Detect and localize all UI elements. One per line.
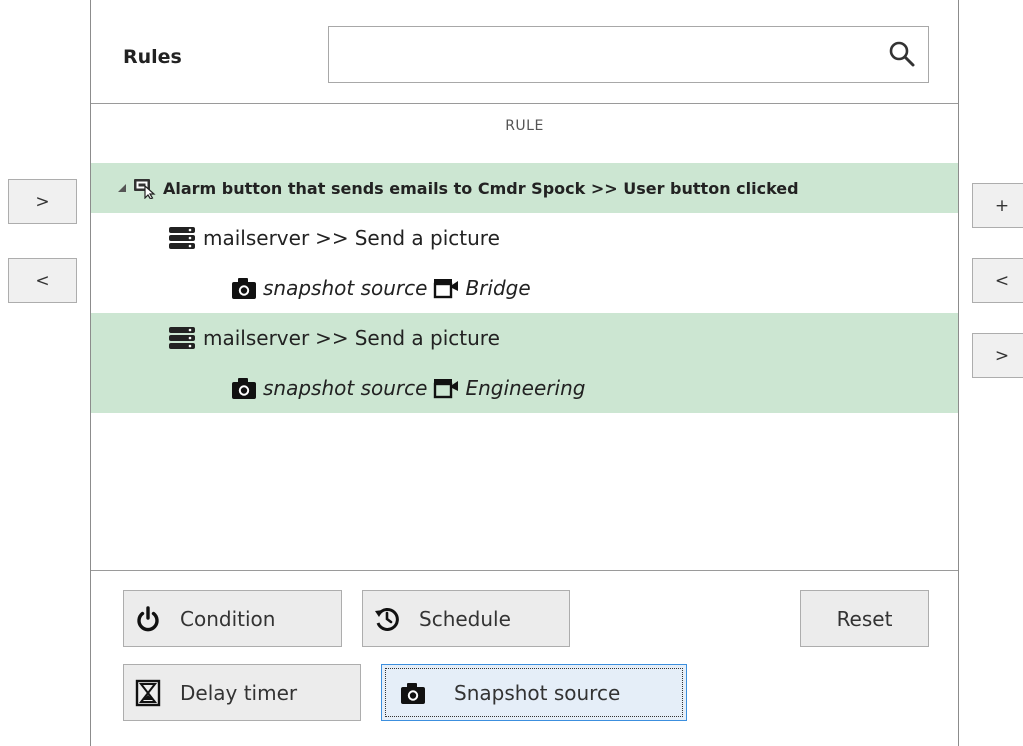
camera-name: Bridge <box>465 276 531 300</box>
action-separator: >> <box>315 226 349 250</box>
search-input[interactable] <box>328 26 929 83</box>
camera-icon <box>401 682 425 704</box>
reset-label: Reset <box>836 606 893 631</box>
camera-icon <box>232 378 256 399</box>
snapshot-row[interactable]: snapshot source Engineering <box>91 363 958 413</box>
snapshot-source-label: Snapshot source <box>454 680 621 705</box>
action-row[interactable]: mailserver >> Send a picture <box>91 213 958 263</box>
server-icon <box>169 227 195 249</box>
add-button[interactable]: + <box>972 183 1023 228</box>
action-name: Send a picture <box>354 226 500 250</box>
snapshot-label: snapshot source <box>263 376 428 400</box>
hourglass-icon <box>135 679 161 706</box>
server-name: mailserver <box>203 226 310 250</box>
delay-timer-button[interactable]: Delay timer <box>123 664 361 721</box>
user-button-icon <box>134 179 156 199</box>
snapshot-source-button[interactable]: Snapshot source <box>381 664 687 721</box>
search-icon[interactable] <box>888 40 916 68</box>
right-forward-button[interactable]: > <box>972 333 1023 378</box>
collapse-triangle-icon[interactable] <box>117 183 127 193</box>
footer-divider <box>91 570 958 571</box>
snapshot-row[interactable]: snapshot source Bridge <box>91 263 958 313</box>
camera-name: Engineering <box>465 376 586 400</box>
rule-row[interactable]: Alarm button that sends emails to Cmdr S… <box>91 163 958 213</box>
video-camera-icon <box>434 279 459 299</box>
condition-label: Condition <box>180 606 276 631</box>
schedule-label: Schedule <box>419 606 511 631</box>
schedule-button[interactable]: Schedule <box>362 590 570 647</box>
action-name: Send a picture <box>354 326 500 350</box>
history-icon <box>375 607 399 631</box>
rules-title: Rules <box>123 46 182 68</box>
right-back-button[interactable]: < <box>972 258 1023 303</box>
delay-timer-label: Delay timer <box>180 680 298 705</box>
video-camera-icon <box>434 379 459 399</box>
action-row[interactable]: mailserver >> Send a picture <box>91 313 958 363</box>
server-name: mailserver <box>203 326 310 350</box>
move-right-button[interactable]: > <box>8 179 77 224</box>
move-left-button[interactable]: < <box>8 258 77 303</box>
snapshot-label: snapshot source <box>263 276 428 300</box>
server-icon <box>169 327 195 349</box>
reset-button[interactable]: Reset <box>800 590 929 647</box>
action-separator: >> <box>315 326 349 350</box>
camera-icon <box>232 278 256 299</box>
condition-button[interactable]: Condition <box>123 590 342 647</box>
column-header-rule[interactable]: RULE <box>91 104 958 148</box>
rules-panel: Rules RULE Alarm button that sends email… <box>90 0 959 746</box>
power-icon <box>137 605 159 631</box>
rule-label: Alarm button that sends emails to Cmdr S… <box>163 178 799 198</box>
